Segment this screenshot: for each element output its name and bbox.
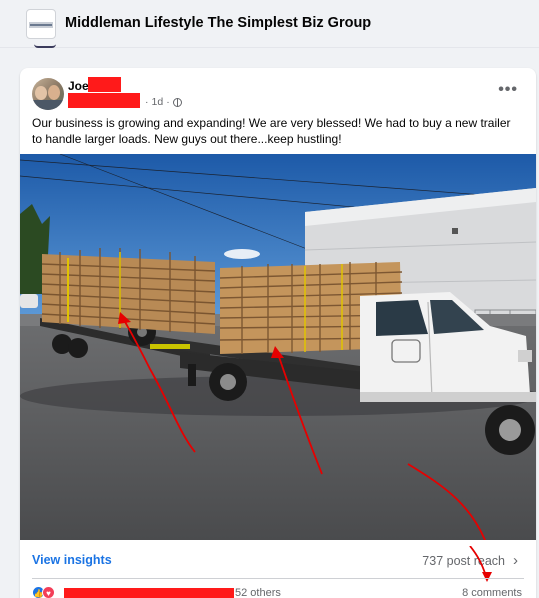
love-reaction-icon: ♥ [42,586,55,598]
avatar-face-right [48,85,60,100]
avatar-face-left [35,86,47,100]
more-options-button[interactable]: ••• [498,81,518,99]
globe-icon[interactable] [172,97,182,107]
reaction-icons[interactable]: 👍 ♥ [32,586,55,598]
post-meta-separator: · [166,96,170,108]
redacted-byline [68,93,140,108]
footer-divider [32,578,524,579]
post-card: Joe · 1d · ••• Our business is growing a… [20,68,536,598]
comments-count[interactable]: 8 comments [462,587,522,598]
post-meta: · 1d · [145,96,182,108]
group-name[interactable]: Middleman Lifestyle The Simplest Biz Gro… [65,15,371,31]
truck-trailer-photo [20,154,536,540]
post-body-text: Our business is growing and expanding! W… [32,116,511,146]
author-name[interactable]: Joe [68,79,89,93]
arrow-annotation-tip [469,546,492,582]
scrolled-content-edge [34,44,56,48]
avatar-shirt [32,100,64,110]
post-timestamp[interactable]: 1d [152,96,164,108]
author-avatar[interactable] [32,78,64,110]
post-photo[interactable] [20,154,536,540]
thumbnail-logo-line [30,24,52,26]
redacted-reactors [64,588,234,598]
view-insights-link[interactable]: View insights [32,553,112,567]
group-thumbnail[interactable] [26,9,56,39]
redacted-surname [88,77,121,92]
post-meta-separator: · [145,96,149,108]
group-header-bar: Middleman Lifestyle The Simplest Biz Gro… [0,0,539,48]
reactors-count[interactable]: 52 others [235,587,281,598]
